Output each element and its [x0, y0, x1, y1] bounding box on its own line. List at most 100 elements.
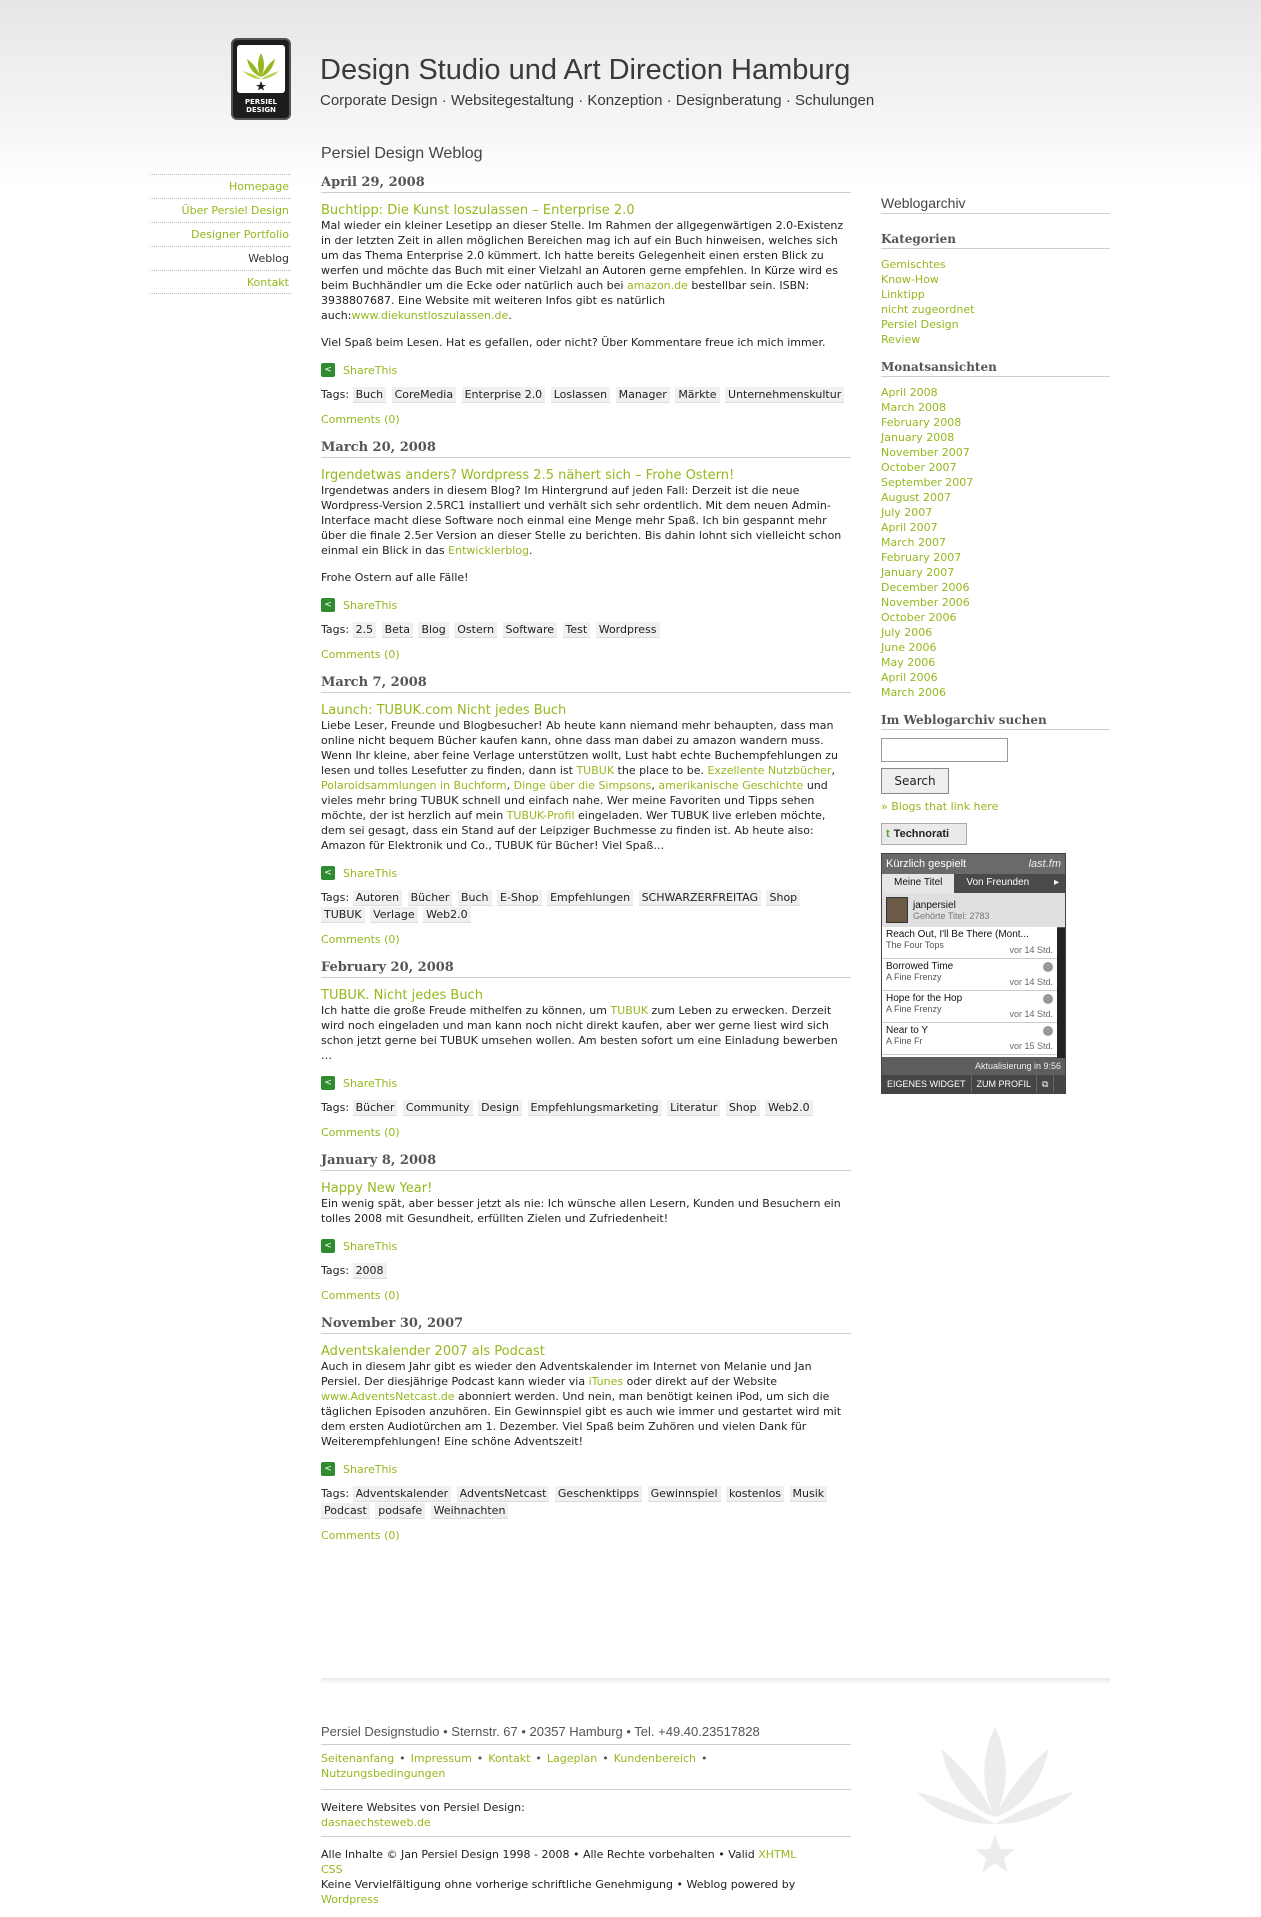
tag-link[interactable]: Shop: [766, 890, 801, 906]
month-link[interactable]: April 2007: [881, 521, 938, 534]
tubuk-link[interactable]: TUBUK: [576, 764, 614, 777]
comments-link[interactable]: Comments (0): [321, 1289, 400, 1302]
tag-link[interactable]: Märkte: [675, 387, 720, 403]
tag-link[interactable]: Web2.0: [423, 907, 471, 923]
category-link[interactable]: Review: [881, 333, 920, 346]
month-link[interactable]: July 2007: [881, 506, 932, 519]
footer-link-kundenbereich[interactable]: Kundenbereich: [614, 1752, 696, 1765]
footer-link-kontakt[interactable]: Kontakt: [488, 1752, 530, 1765]
site-logo[interactable]: PERSIEL DESIGN: [231, 38, 291, 120]
play-icon[interactable]: [1043, 1026, 1053, 1036]
footer-link-nutzungsbedingungen[interactable]: Nutzungsbedingungen: [321, 1767, 445, 1780]
track-row[interactable]: Reach Out, I'll Be There (Mont... The Fo…: [882, 927, 1057, 959]
comments-link[interactable]: Comments (0): [321, 1126, 400, 1139]
tag-link[interactable]: Gewinnspiel: [647, 1486, 721, 1502]
tag-link[interactable]: Enterprise 2.0: [461, 387, 546, 403]
post-title-link[interactable]: Irgendetwas anders? Wordpress 2.5 nähert…: [321, 468, 734, 483]
footer-link-lageplan[interactable]: Lageplan: [547, 1752, 597, 1765]
tag-link[interactable]: Ostern: [454, 622, 498, 638]
share-this-link[interactable]: ShareThis: [343, 1463, 397, 1476]
tag-link[interactable]: Podcast: [321, 1503, 370, 1519]
tubuk-profile-link[interactable]: TUBUK-Profil: [507, 809, 575, 822]
comments-link[interactable]: Comments (0): [321, 1529, 400, 1542]
comments-link[interactable]: Comments (0): [321, 933, 400, 946]
month-link[interactable]: May 2006: [881, 656, 935, 669]
tag-link[interactable]: Musik: [789, 1486, 828, 1502]
tag-link[interactable]: Unternehmenskultur: [725, 387, 845, 403]
category-link[interactable]: Know-How: [881, 273, 939, 286]
tag-link[interactable]: Design: [478, 1100, 523, 1116]
share-this-link[interactable]: ShareThis: [343, 364, 397, 377]
tag-link[interactable]: Web2.0: [765, 1100, 813, 1116]
month-link[interactable]: February 2007: [881, 551, 961, 564]
tag-link[interactable]: Weihnachten: [430, 1503, 509, 1519]
itunes-link[interactable]: iTunes: [589, 1375, 624, 1388]
category-link[interactable]: Gemischtes: [881, 258, 946, 271]
month-link[interactable]: December 2006: [881, 581, 970, 594]
month-link[interactable]: March 2008: [881, 401, 946, 414]
month-link[interactable]: October 2007: [881, 461, 957, 474]
tag-link[interactable]: SCHWARZERFREITAG: [638, 890, 761, 906]
share-this[interactable]: < ShareThis: [321, 1461, 851, 1477]
tag-link[interactable]: Loslassen: [550, 387, 611, 403]
tag-link[interactable]: Beta: [381, 622, 413, 638]
tag-link[interactable]: Empfehlungsmarketing: [527, 1100, 662, 1116]
zum-profil-link[interactable]: ZUM PROFIL: [972, 1075, 1038, 1093]
tubuk-link[interactable]: TUBUK: [610, 1004, 648, 1017]
nav-item-about[interactable]: Über Persiel Design: [150, 198, 291, 222]
tag-link[interactable]: Blog: [418, 622, 449, 638]
play-icon[interactable]: [1043, 994, 1053, 1004]
post-title-link[interactable]: Adventskalender 2007 als Podcast: [321, 1344, 545, 1359]
css-link[interactable]: CSS: [321, 1863, 343, 1876]
tag-link[interactable]: Software: [502, 622, 558, 638]
tag-link[interactable]: AdventsNetcast: [456, 1486, 550, 1502]
share-this-link[interactable]: ShareThis: [343, 599, 397, 612]
simpsons-link[interactable]: Dinge über die Simpsons: [514, 779, 652, 792]
post-title-link[interactable]: Launch: TUBUK.com Nicht jedes Buch: [321, 703, 566, 718]
nutzbuecher-link[interactable]: Exzellente Nutzbücher: [707, 764, 831, 777]
month-link[interactable]: July 2006: [881, 626, 932, 639]
nav-item-portfolio[interactable]: Designer Portfolio: [150, 222, 291, 246]
comments-link[interactable]: Comments (0): [321, 413, 400, 426]
category-link[interactable]: Persiel Design: [881, 318, 959, 331]
month-link[interactable]: February 2008: [881, 416, 961, 429]
tag-link[interactable]: Test: [562, 622, 591, 638]
avatar[interactable]: [886, 897, 908, 923]
blogs-that-link-here-link[interactable]: » Blogs that link here: [881, 800, 1110, 813]
month-link[interactable]: November 2006: [881, 596, 970, 609]
tag-link[interactable]: CoreMedia: [391, 387, 457, 403]
tab-meine-titel[interactable]: Meine Titel: [882, 874, 955, 893]
wordpress-link[interactable]: Wordpress: [321, 1893, 379, 1906]
category-link[interactable]: nicht zugeordnet: [881, 303, 974, 316]
category-link[interactable]: Linktipp: [881, 288, 925, 301]
tag-link[interactable]: Bücher: [407, 890, 453, 906]
diekunstloszulassen-link[interactable]: www.diekunstloszulassen.de: [351, 309, 508, 322]
xhtml-link[interactable]: XHTML: [758, 1848, 796, 1861]
tag-link[interactable]: podsafe: [375, 1503, 426, 1519]
month-link[interactable]: October 2006: [881, 611, 957, 624]
month-link[interactable]: January 2008: [881, 431, 954, 444]
nav-item-contact[interactable]: Kontakt: [150, 270, 291, 294]
tag-link[interactable]: Manager: [615, 387, 670, 403]
tag-link[interactable]: 2008: [352, 1263, 387, 1279]
next-arrow-icon[interactable]: ▸: [1048, 874, 1065, 893]
tag-link[interactable]: kostenlos: [726, 1486, 785, 1502]
post-title-link[interactable]: Buchtipp: Die Kunst loszulassen – Enterp…: [321, 203, 635, 218]
footer-link-impressum[interactable]: Impressum: [411, 1752, 472, 1765]
tag-link[interactable]: Wordpress: [595, 622, 660, 638]
search-button[interactable]: Search: [881, 768, 949, 794]
share-this[interactable]: < ShareThis: [321, 1075, 851, 1091]
tag-link[interactable]: Geschenktipps: [554, 1486, 643, 1502]
tag-link[interactable]: 2.5: [352, 622, 377, 638]
lastfm-username[interactable]: janpersiel: [913, 900, 990, 911]
month-link[interactable]: September 2007: [881, 476, 973, 489]
month-link[interactable]: March 2006: [881, 686, 946, 699]
search-input[interactable]: [881, 738, 1008, 762]
month-link[interactable]: March 2007: [881, 536, 946, 549]
nav-item-weblog[interactable]: Weblog: [150, 246, 291, 270]
share-this[interactable]: < ShareThis: [321, 362, 851, 378]
play-icon[interactable]: [1043, 962, 1053, 972]
share-this-link[interactable]: ShareThis: [343, 1077, 397, 1090]
track-row[interactable]: Near to Y A Fine Fr vor 15 Std.: [882, 1023, 1057, 1055]
tag-link[interactable]: Literatur: [667, 1100, 721, 1116]
